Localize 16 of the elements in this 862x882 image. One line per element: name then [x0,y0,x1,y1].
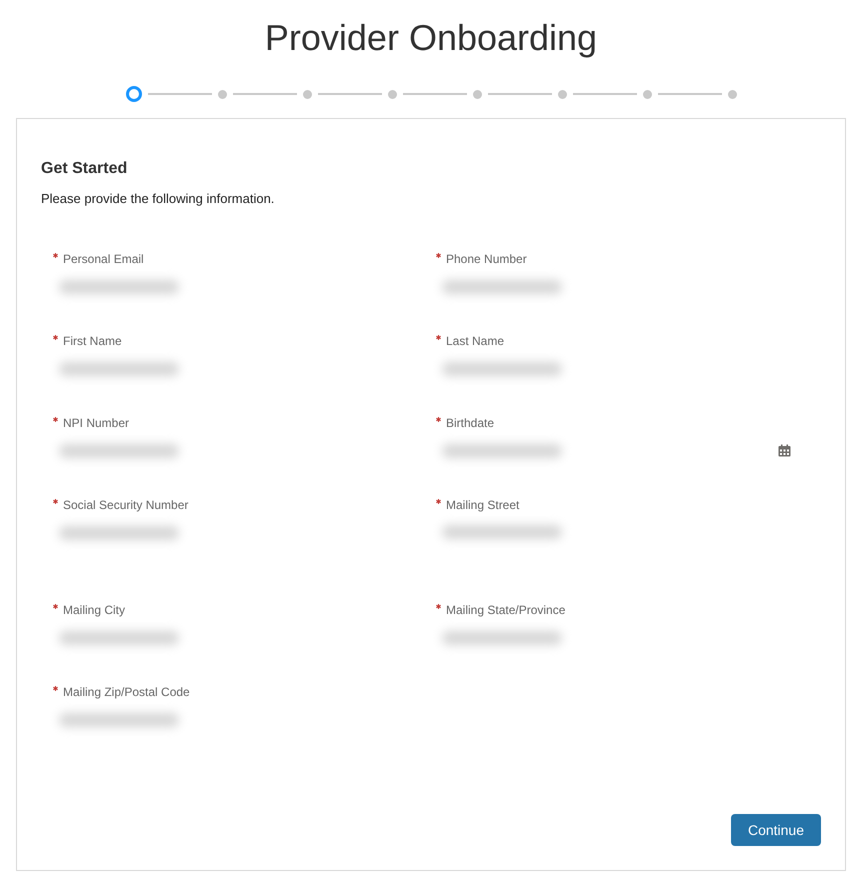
field-label: Mailing Street [446,496,520,512]
continue-button[interactable]: Continue [730,814,821,846]
field-label: First Name [63,332,122,348]
field-label: Social Security Number [63,496,188,512]
field-label: Phone Number [446,250,527,266]
calendar-icon[interactable] [778,444,791,457]
instructions-text: Please provide the following information. [41,190,276,208]
field-label: Mailing Zip/Postal Code [63,684,190,700]
section-heading: Get Started [41,159,128,179]
field-label: Mailing City [63,602,126,618]
field-label: NPI Number [63,414,130,430]
page-title: Provider Onboarding [264,16,598,60]
field-label: Mailing State/Province [446,602,566,618]
field-label: Personal Email [63,250,144,266]
field-label: Last Name [446,332,504,348]
field-label: Birthdate [446,414,494,430]
